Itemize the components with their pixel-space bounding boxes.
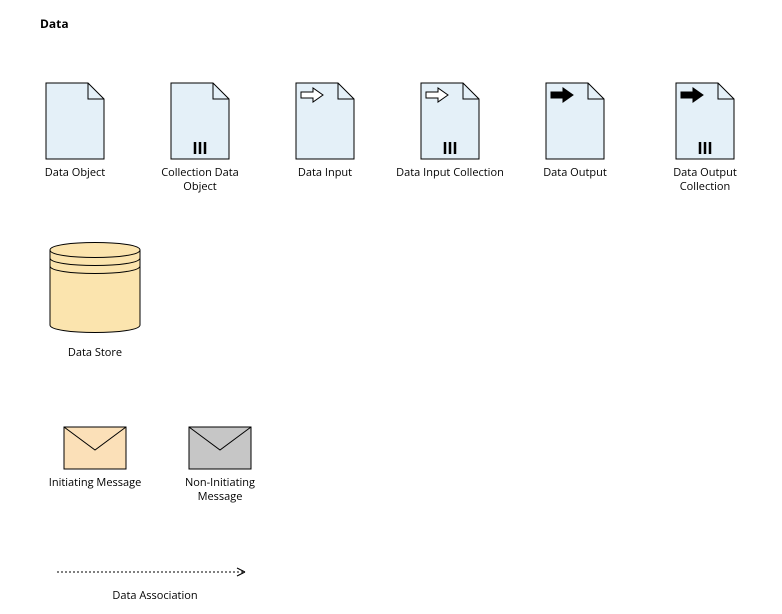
data-output-icon <box>520 60 630 160</box>
item-data-input: Data Input <box>270 60 380 180</box>
item-data-association: Data Association <box>55 565 255 603</box>
item-label: Data Input Collection <box>395 166 505 180</box>
item-data-object: Data Object <box>20 60 130 180</box>
data-association-icon <box>55 565 255 579</box>
data-input-icon <box>270 60 380 160</box>
data-store-icon <box>40 230 150 340</box>
item-label: Data Store <box>40 346 150 360</box>
collection-data-object-icon <box>145 60 255 160</box>
item-collection-data-object: Collection Data Object <box>145 60 255 194</box>
item-initiating-message: Initiating Message <box>40 420 150 490</box>
item-label: Data Output Collection <box>650 166 760 194</box>
item-data-output-collection: Data Output Collection <box>650 60 760 194</box>
item-label: Data Association <box>55 589 255 603</box>
section-title: Data <box>40 15 69 32</box>
item-label: Data Input <box>270 166 380 180</box>
initiating-message-icon <box>40 420 150 470</box>
item-data-store: Data Store <box>40 230 150 360</box>
non-initiating-message-icon <box>165 420 275 470</box>
data-object-icon <box>20 60 130 160</box>
data-input-collection-icon <box>395 60 505 160</box>
item-label: Collection Data Object <box>145 166 255 194</box>
item-non-initiating-message: Non-Initiating Message <box>165 420 275 504</box>
item-label: Non-Initiating Message <box>165 476 275 504</box>
item-label: Data Output <box>520 166 630 180</box>
data-output-collection-icon <box>650 60 760 160</box>
item-label: Data Object <box>20 166 130 180</box>
item-label: Initiating Message <box>40 476 150 490</box>
item-data-input-collection: Data Input Collection <box>395 60 505 180</box>
item-data-output: Data Output <box>520 60 630 180</box>
